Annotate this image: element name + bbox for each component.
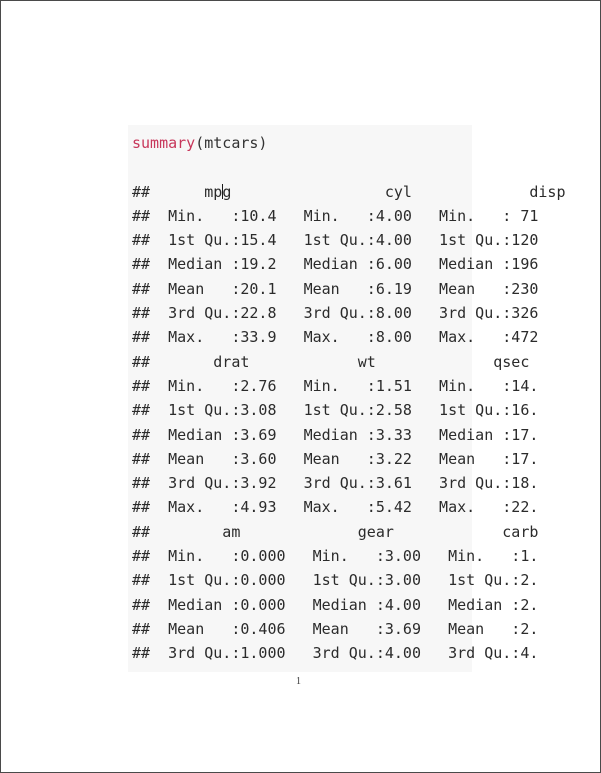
output-line-am-q1: ## 1st Qu.:0.000 1st Qu.:3.00 1st Qu.:2. [132,571,539,590]
output-line-drat-max: ## Max. :4.93 Max. :5.42 Max. :22. [132,498,539,517]
output-line-drat-min: ## Min. :2.76 Min. :1.51 Min. :14. [132,376,539,395]
output-line-am-mean: ## Mean :0.406 Mean :3.69 Mean :2. [132,619,539,638]
output-line-mpg-min: ## Min. :10.4 Min. :4.00 Min. : 71 [132,206,539,225]
document-body: summary(mtcars) ## mpg cyl disp ## Min. … [1,1,600,772]
function-arguments-token: (mtcars) [195,134,268,152]
output-line-mpg-median: ## Median :19.2 Median :6.00 Median :196 [132,255,539,274]
output-text-after-caret: g cyl disp [222,182,566,201]
output-line-header-am-gear-carb: ## am gear carb [132,522,539,541]
output-line-am-median: ## Median :0.000 Median :4.00 Median :2. [132,595,539,614]
output-line-am-q3: ## 3rd Qu.:1.000 3rd Qu.:4.00 3rd Qu.:4. [132,644,539,663]
page-number: 1 [296,676,301,687]
function-name-token: summary [132,134,196,152]
output-line-header-mpg-cyl-disp: ## mpg cyl disp [128,180,565,204]
output-line-drat-q3: ## 3rd Qu.:3.92 3rd Qu.:3.61 3rd Qu.:18. [132,474,539,493]
output-line-drat-median: ## Median :3.69 Median :3.33 Median :17. [132,425,539,444]
output-line-mpg-max: ## Max. :33.9 Max. :8.00 Max. :472 [132,328,539,347]
output-text-before-caret: ## mp [132,182,223,201]
output-line-am-min: ## Min. :0.000 Min. :3.00 Min. :1. [132,547,539,566]
code-chunk[interactable]: summary(mtcars) ## mpg cyl disp ## Min. … [128,125,565,672]
output-line-mpg-q1: ## 1st Qu.:15.4 1st Qu.:4.00 1st Qu.:120 [132,231,539,250]
document-page: summary(mtcars) ## mpg cyl disp ## Min. … [0,0,601,773]
output-line-drat-mean: ## Mean :3.60 Mean :3.22 Mean :17. [132,449,539,468]
output-line-mpg-q3: ## 3rd Qu.:22.8 3rd Qu.:8.00 3rd Qu.:326 [132,304,539,323]
output-line-header-drat-wt-qsec: ## drat wt qsec [132,352,530,371]
output-line-mpg-mean: ## Mean :20.1 Mean :6.19 Mean :230 [132,279,539,298]
output-line-drat-q1: ## 1st Qu.:3.08 1st Qu.:2.58 1st Qu.:16. [132,401,539,420]
code-call-line[interactable]: summary(mtcars) [128,131,472,155]
